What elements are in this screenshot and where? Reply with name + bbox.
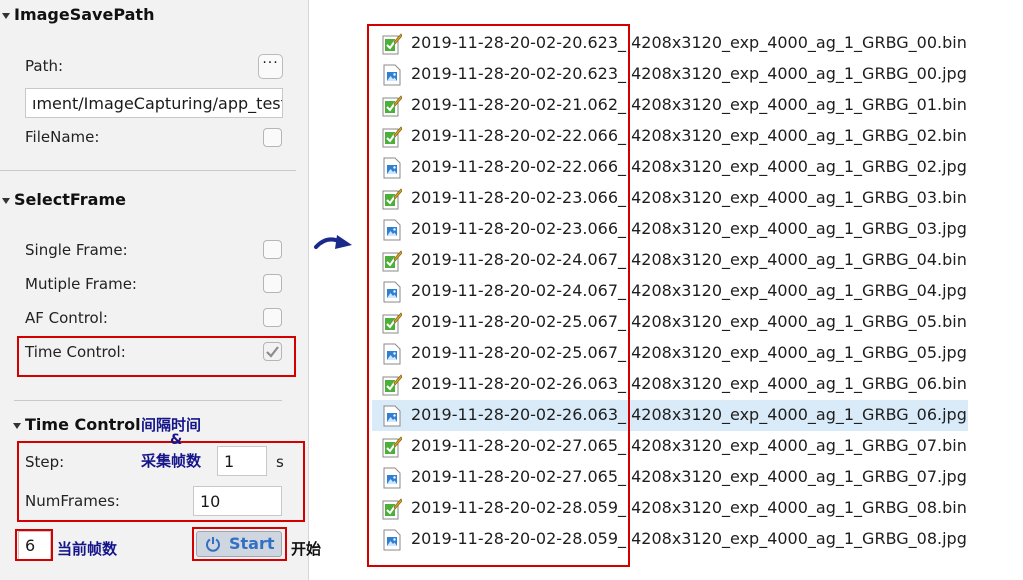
section-header-selectframe[interactable]: SelectFrame bbox=[2, 190, 126, 209]
annotation-ampersand: & bbox=[170, 432, 183, 448]
af-control-checkbox[interactable] bbox=[263, 308, 282, 327]
collapse-triangle-icon bbox=[2, 12, 10, 19]
path-input[interactable]: ıment/ImageCapturing/app_test bbox=[25, 88, 283, 118]
multiple-frame-label: Mutiple Frame: bbox=[25, 275, 137, 293]
filename-checkbox[interactable] bbox=[263, 128, 282, 147]
af-control-label: AF Control: bbox=[25, 309, 108, 327]
multiple-frame-checkbox[interactable] bbox=[263, 274, 282, 293]
divider bbox=[0, 170, 296, 171]
single-frame-checkbox[interactable] bbox=[263, 240, 282, 259]
annotation-capture-frames: 采集帧数 bbox=[141, 452, 202, 470]
path-label: Path: bbox=[25, 57, 64, 75]
annotation-current-frames: 当前帧数 bbox=[57, 540, 118, 558]
annotation-start: 开始 bbox=[291, 540, 322, 558]
browse-button[interactable]: ··· bbox=[258, 54, 283, 79]
collapse-triangle-icon bbox=[2, 197, 10, 204]
divider bbox=[14, 400, 282, 401]
filename-label: FileName: bbox=[25, 128, 100, 146]
section-header-imagesavepath[interactable]: ImageSavePath bbox=[2, 5, 154, 24]
annotation-box-frame-counter bbox=[15, 529, 53, 561]
collapse-triangle-icon bbox=[13, 422, 21, 429]
curved-arrow-icon bbox=[314, 235, 352, 249]
section-header-timecontrol[interactable]: Time Control bbox=[13, 415, 141, 434]
single-frame-label: Single Frame: bbox=[25, 241, 128, 259]
annotation-box-timestamps bbox=[367, 24, 630, 567]
annotation-box-start bbox=[192, 527, 287, 561]
annotation-box-time-control bbox=[17, 336, 296, 377]
